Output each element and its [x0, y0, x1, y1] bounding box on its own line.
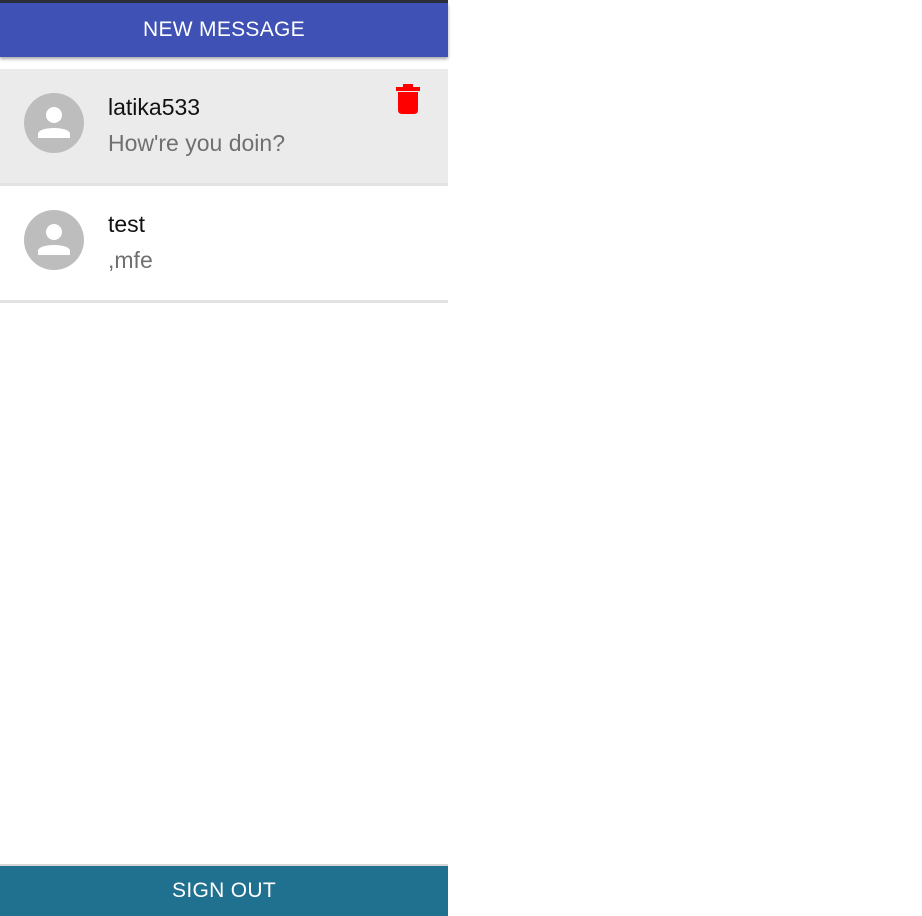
avatar — [24, 93, 84, 153]
sign-out-button[interactable]: SIGN OUT — [0, 864, 448, 916]
conversation-list: latika533 How're you doin? test ,mfe — [0, 69, 448, 303]
conversation-name: test — [108, 211, 146, 237]
conversation-name: latika533 — [108, 94, 201, 120]
new-message-button[interactable]: NEW MESSAGE — [0, 3, 448, 57]
conversation-preview: ,mfe — [108, 247, 153, 273]
person-icon — [38, 107, 70, 138]
conversation-sidebar: NEW MESSAGE latika533 How're you doin? t… — [0, 0, 448, 916]
conversation-item-latika533[interactable]: latika533 How're you doin? — [0, 69, 448, 186]
avatar — [24, 210, 84, 270]
trash-icon[interactable] — [396, 84, 420, 114]
conversation-preview: How're you doin? — [108, 130, 285, 156]
conversation-item-test[interactable]: test ,mfe — [0, 186, 448, 303]
person-icon — [38, 224, 70, 255]
